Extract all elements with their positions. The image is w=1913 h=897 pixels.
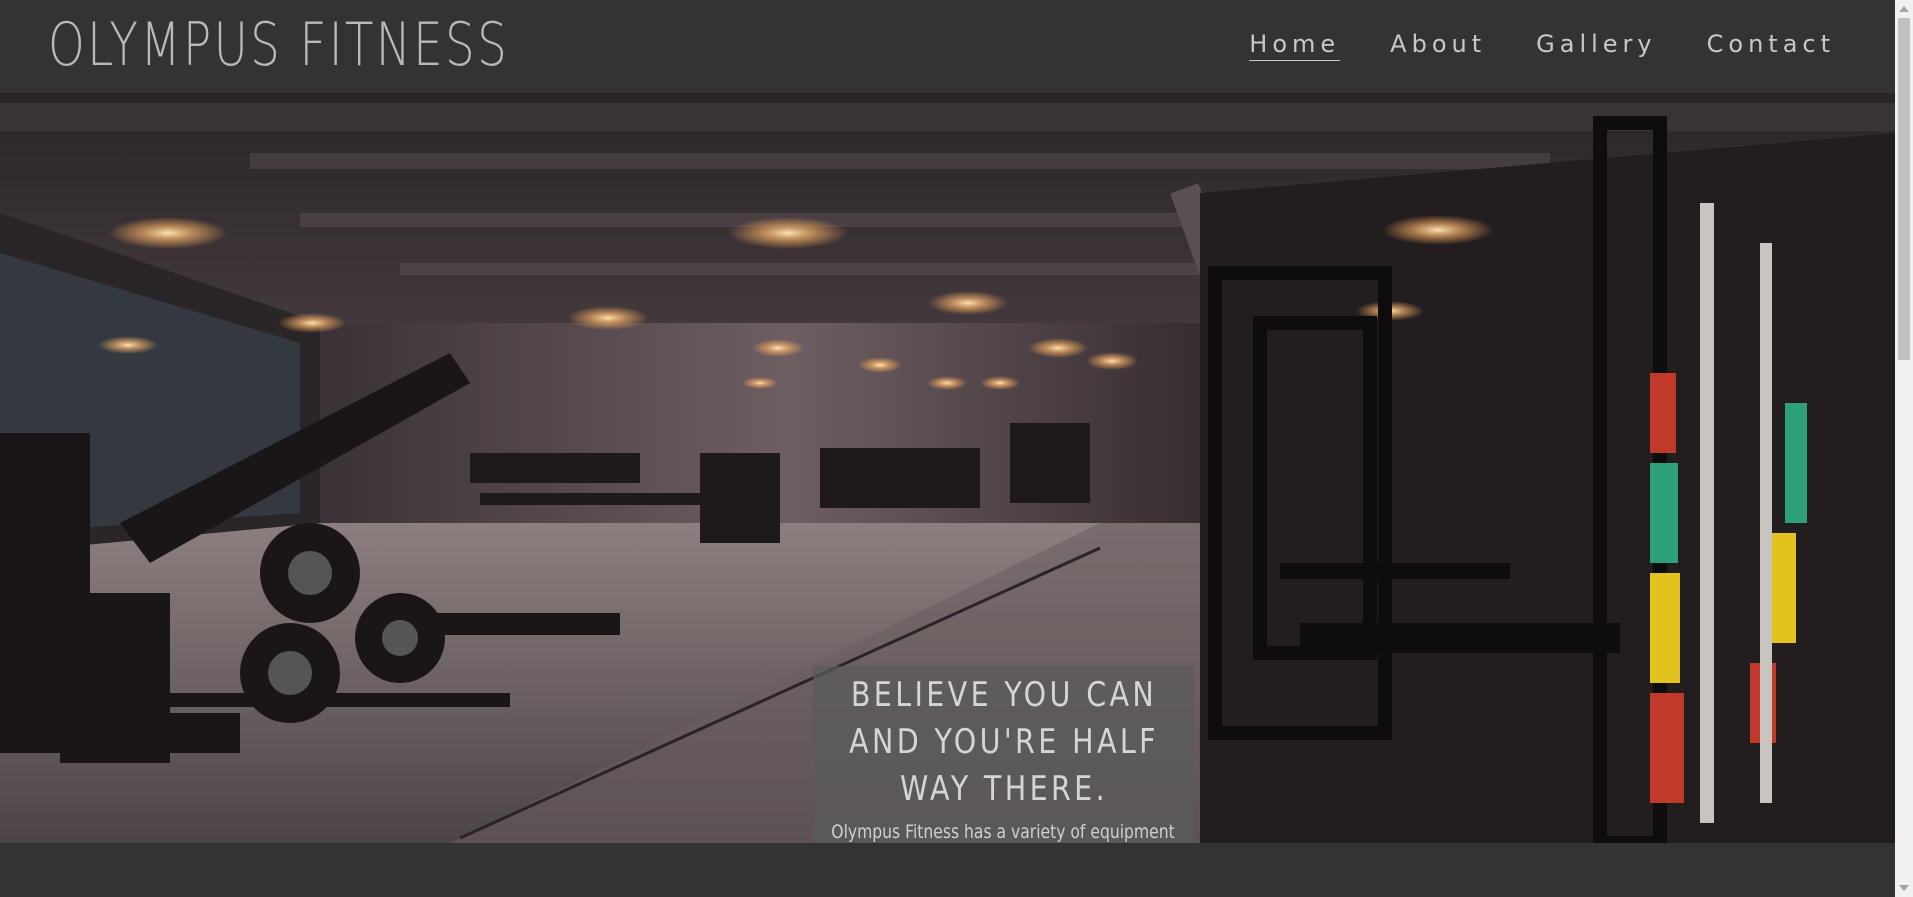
hero-description: Olympus Fitness has a variety of equipme… <box>831 821 1175 843</box>
site-logo[interactable]: OLYMPUS FITNESS <box>48 10 509 80</box>
nav-contact-link[interactable]: Contact <box>1707 30 1835 61</box>
scroll-up-arrow-icon[interactable] <box>1899 6 1909 12</box>
nav-home-link[interactable]: Home <box>1249 30 1341 61</box>
hero-text-box: BELIEVE YOU CAN AND YOU'RE HALF WAY THER… <box>813 666 1194 843</box>
site-header: OLYMPUS FITNESS Home About Gallery Conta… <box>0 0 1895 93</box>
nav-gallery-link[interactable]: Gallery <box>1536 30 1656 61</box>
scroll-down-arrow-icon[interactable] <box>1899 885 1909 891</box>
hero-headline: BELIEVE YOU CAN AND YOU'RE HALF WAY THER… <box>849 675 1159 809</box>
scrollbar-thumb[interactable] <box>1898 18 1910 360</box>
hero-section: BELIEVE YOU CAN AND YOU'RE HALF WAY THER… <box>0 93 1895 843</box>
nav-about-link[interactable]: About <box>1390 30 1486 61</box>
page-scrollbar[interactable] <box>1895 0 1913 897</box>
main-nav: Home About Gallery Contact <box>1249 30 1835 61</box>
